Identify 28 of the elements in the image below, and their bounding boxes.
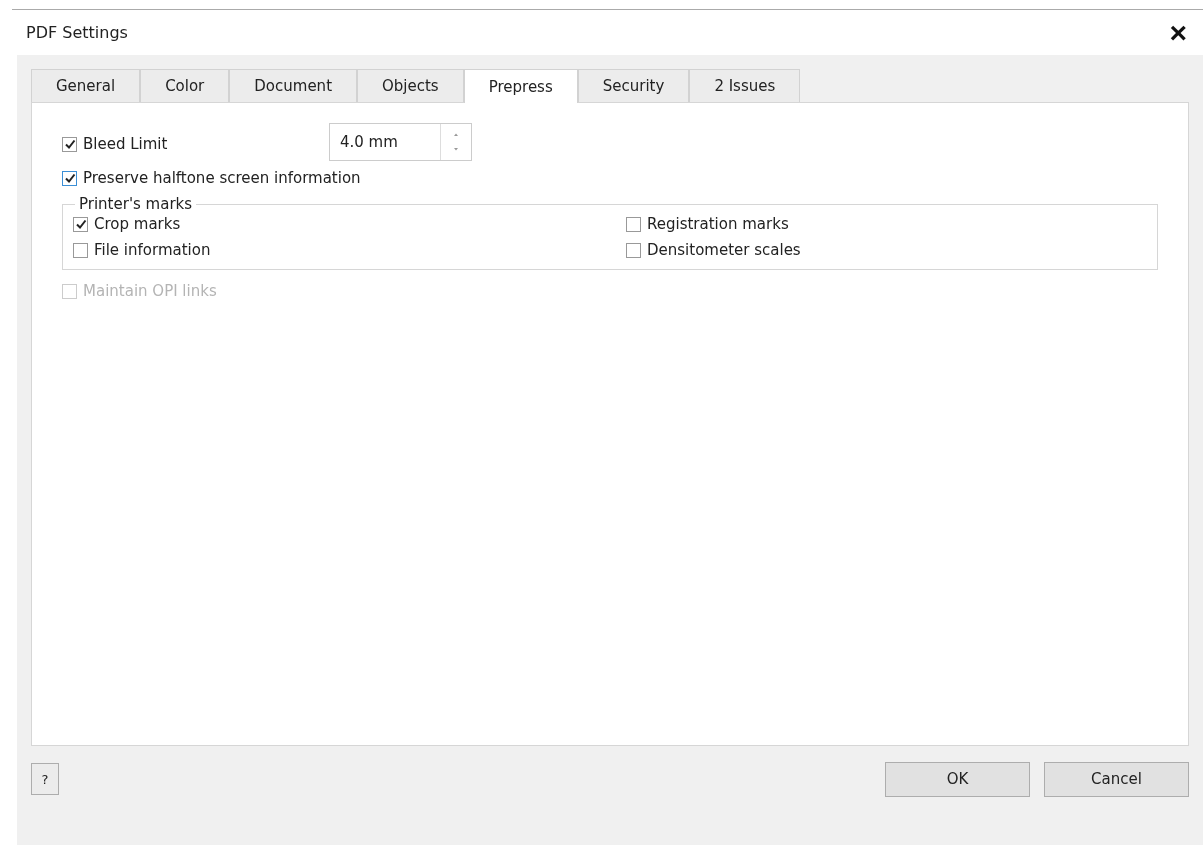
window-title: PDF Settings: [26, 23, 128, 42]
checkbox-label: Registration marks: [647, 215, 789, 233]
close-button[interactable]: ×: [1165, 17, 1191, 48]
checkbox[interactable]: [73, 242, 88, 258]
tab[interactable]: Objects: [357, 69, 464, 102]
checkbox-label: Preserve halftone screen information: [83, 169, 361, 187]
checkbox-label: Maintain OPI links: [83, 282, 217, 300]
help-button[interactable]: ?: [31, 763, 59, 795]
group-title: Printer's marks: [78, 195, 194, 213]
checkbox[interactable]: [62, 136, 77, 152]
spin-field[interactable]: 4.0 mm: [329, 123, 472, 161]
tab[interactable]: 2 Issues: [689, 69, 801, 102]
cancel-button[interactable]: Cancel: [1044, 761, 1189, 797]
checkbox-label: Densitometer scales: [647, 241, 801, 259]
checkbox[interactable]: [73, 216, 88, 232]
tab[interactable]: General: [31, 69, 141, 102]
spin-value: 4.0 mm: [339, 132, 399, 153]
checkbox[interactable]: [626, 216, 641, 232]
checkbox[interactable]: [626, 242, 641, 258]
checkbox[interactable]: [62, 170, 77, 186]
tab[interactable]: Color: [140, 69, 230, 102]
ok-button[interactable]: OK: [885, 761, 1030, 797]
tab[interactable]: Prepress: [463, 69, 578, 103]
tab[interactable]: Security: [577, 69, 690, 102]
checkbox-label: File information: [94, 241, 211, 259]
checkbox-label: Crop marks: [94, 215, 181, 233]
checkbox-label: Bleed Limit: [83, 135, 169, 153]
tab[interactable]: Document: [229, 69, 357, 102]
